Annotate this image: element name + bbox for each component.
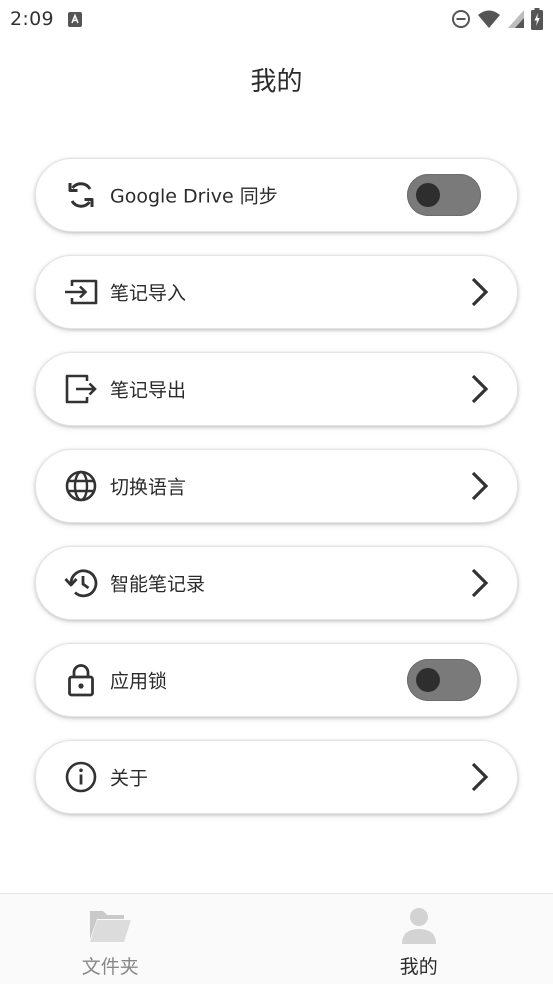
setting-smart-note-history[interactable]: 智能笔记录	[35, 546, 518, 620]
google-drive-sync-toggle[interactable]	[407, 174, 481, 216]
setting-label: 关于	[110, 767, 149, 790]
setting-label: 切换语言	[110, 476, 187, 499]
nav-label: 我的	[399, 956, 438, 978]
status-bar: 2:09	[0, 0, 553, 38]
setting-app-lock[interactable]: 应用锁	[35, 643, 518, 717]
app-lock-toggle[interactable]	[407, 659, 481, 701]
folder-icon	[87, 906, 133, 946]
setting-label: 应用锁	[110, 670, 168, 693]
person-icon	[396, 906, 442, 946]
toggle-knob	[416, 183, 440, 207]
nav-tab-folders[interactable]: 文件夹	[0, 894, 249, 984]
cellular-signal-icon	[507, 9, 525, 29]
info-icon	[64, 760, 98, 794]
notification-app-icon	[67, 11, 82, 27]
setting-switch-language[interactable]: 切换语言	[35, 449, 518, 523]
page-title: 我的	[250, 67, 303, 97]
status-right	[451, 8, 543, 30]
setting-label: 智能笔记录	[110, 573, 206, 596]
setting-label: 笔记导入	[110, 282, 187, 305]
chevron-right-icon	[469, 761, 491, 793]
bottom-navigation: 文件夹 我的	[0, 893, 553, 984]
battery-charging-icon	[531, 8, 543, 30]
history-icon	[64, 566, 98, 600]
setting-export-notes[interactable]: 笔记导出	[35, 352, 518, 426]
chevron-right-icon	[469, 276, 491, 308]
setting-google-drive-sync[interactable]: Google Drive 同步	[35, 158, 518, 232]
lock-icon	[64, 663, 98, 697]
nav-tab-mine[interactable]: 我的	[281, 894, 553, 984]
chevron-right-icon	[469, 470, 491, 502]
setting-label: 笔记导出	[110, 379, 187, 402]
toggle-knob	[416, 668, 440, 692]
chevron-right-icon	[469, 373, 491, 405]
settings-list: Google Drive 同步 笔记导入 笔记导出 切换语言 智能笔记录 应用锁…	[35, 158, 518, 837]
export-icon	[64, 372, 98, 406]
setting-about[interactable]: 关于	[35, 740, 518, 814]
status-left: 2:09	[10, 8, 82, 30]
screen: 2:09 我的 Google Drive 同步 笔记导入 笔记导出 切换语言 智…	[0, 0, 553, 984]
import-icon	[64, 275, 98, 309]
status-time: 2:09	[10, 8, 54, 30]
setting-import-notes[interactable]: 笔记导入	[35, 255, 518, 329]
sync-icon	[64, 178, 98, 212]
globe-icon	[64, 469, 98, 503]
nav-label: 文件夹	[81, 956, 139, 978]
setting-label: Google Drive 同步	[110, 185, 278, 208]
chevron-right-icon	[469, 567, 491, 599]
do-not-disturb-icon	[451, 9, 471, 29]
wifi-icon	[477, 9, 501, 29]
